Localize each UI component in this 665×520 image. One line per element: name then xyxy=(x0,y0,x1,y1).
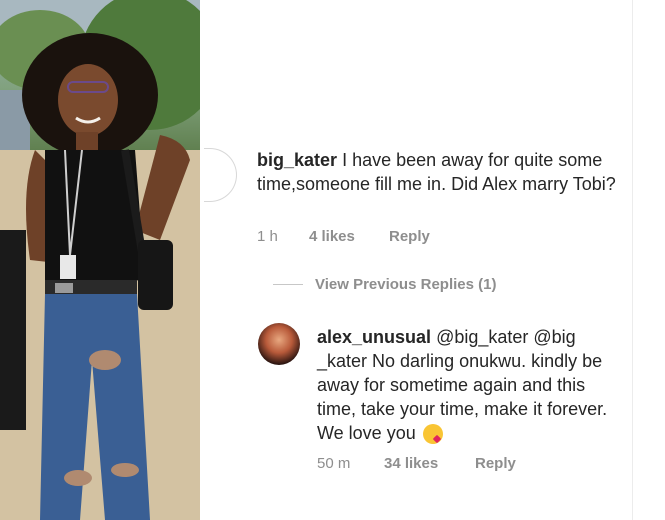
reply-body: alex_unusual @big_kater @big _kater No d… xyxy=(317,325,617,445)
woman-photo xyxy=(0,0,200,520)
reply-likes[interactable]: 34 likes xyxy=(384,455,475,472)
comment-reply-button[interactable]: Reply xyxy=(389,228,430,245)
view-previous-replies[interactable]: View Previous Replies (1) xyxy=(273,276,496,293)
reply-time: 50 m xyxy=(317,455,351,472)
reply-meta: 50 m 34 likes Reply xyxy=(317,455,516,472)
comment-time: 1 h xyxy=(257,228,278,245)
comment-meta: 1 h 4 likes Reply xyxy=(257,228,430,245)
reply-reply-button[interactable]: Reply xyxy=(475,455,516,472)
reply-username[interactable]: alex_unusual xyxy=(317,327,431,347)
view-previous-dash xyxy=(273,284,303,285)
comment-username[interactable]: big_kater xyxy=(257,150,337,170)
reply-avatar[interactable] xyxy=(258,323,300,365)
view-previous-label[interactable]: View Previous Replies (1) xyxy=(315,276,496,293)
divider xyxy=(632,0,633,520)
kiss-emoji-icon xyxy=(422,424,443,445)
photo-panel xyxy=(0,0,200,520)
comment-body: big_kater I have been away for quite som… xyxy=(257,148,617,196)
comment-likes[interactable]: 4 likes xyxy=(309,228,389,245)
